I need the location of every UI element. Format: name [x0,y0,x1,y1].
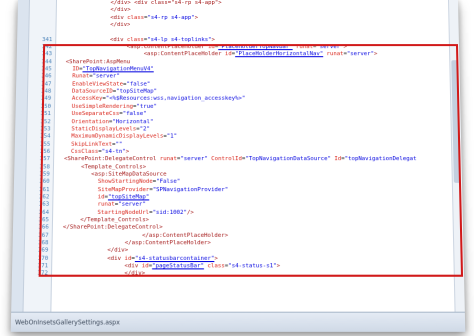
code-token: </div> [59,22,131,29]
code-token: > [211,36,215,43]
line-number [30,15,56,22]
code-token: "s4-lp s4-toplinks" [147,36,212,43]
code-token: class [126,36,144,43]
code-token: > [194,14,199,21]
code-token: <div [59,36,127,43]
code-line: </div> [60,7,449,14]
code-token: "s4-rp s4-app" [147,14,195,21]
code-line: </div> [59,22,448,29]
code-editor-screenshot: 341 342 343 344 345 346 347 348 349 350 351 352 353 3… [10,0,466,332]
code-line: <div class="s4-rp s4-app"> [60,15,449,22]
code-token: </div> <div class="s4-rp s4-app"> [59,0,222,6]
line-number [29,22,55,29]
code-token: <div [59,14,128,21]
line-number [30,7,56,14]
highlight-box [38,44,464,277]
status-bar: WebOnInsetsGallerySettings.aspx [10,311,466,332]
line-number: 341 [42,36,53,43]
line-number [29,29,55,36]
status-bar-text: WebOnInsetsGallerySettings.aspx [14,319,120,327]
line-number [30,0,56,7]
code-token: </div> [59,7,131,14]
code-line: </div> <div class="s4-rp s4-app"> [60,0,448,7]
code-token: class [127,14,145,21]
code-line: <div class="s4-lp s4-toplinks"> [59,37,449,44]
